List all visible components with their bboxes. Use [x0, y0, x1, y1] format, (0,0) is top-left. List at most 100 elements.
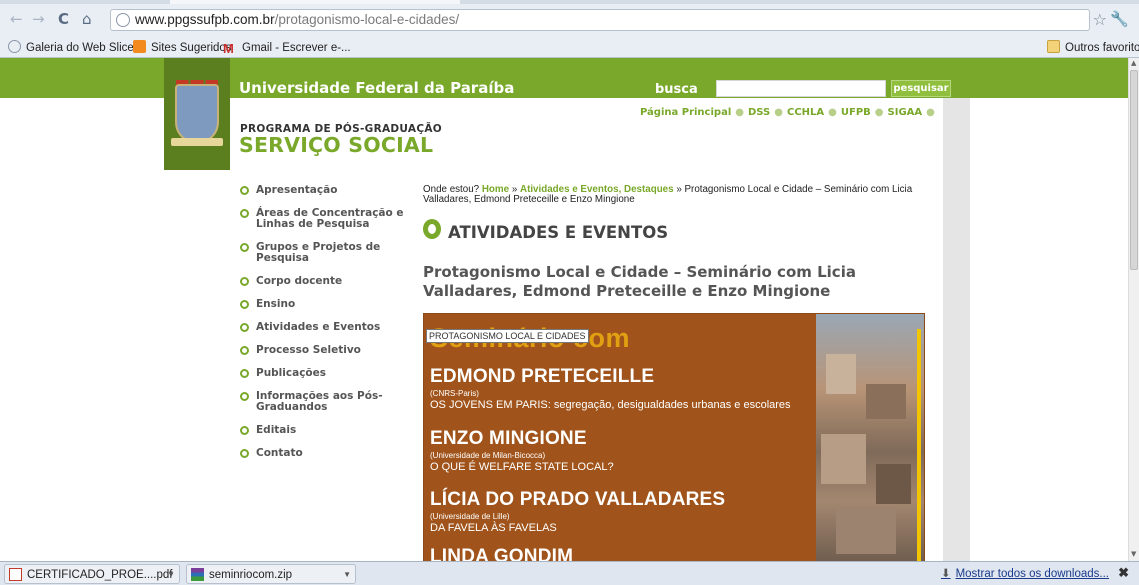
topnav-dss[interactable]: DSS [748, 107, 770, 118]
sidebar-item-publicacoes[interactable]: Publicações [240, 368, 410, 379]
bullet-icon [240, 323, 249, 332]
sidebar-item-apresentacao[interactable]: Apresentação [240, 185, 410, 196]
speaker-name: LINDA GONDIM [430, 546, 574, 561]
speaker-institution: (Universidade de Lille) [430, 512, 510, 521]
sidebar-item-informacoes[interactable]: Informações aos Pós-Graduandos [240, 391, 410, 413]
sidebar-menu: Apresentação Áreas de Concentração e Lin… [240, 185, 410, 471]
forward-icon[interactable]: → [32, 10, 45, 28]
web-slice-icon [8, 40, 21, 53]
speaker-topic: DA FAVELA ÀS FAVELAS [430, 522, 557, 534]
topnav-ufpb[interactable]: UFPB [841, 107, 871, 118]
bookmark-gmail[interactable]: M Gmail - Escrever e-... [223, 40, 351, 56]
bookmark-star-icon[interactable]: ☆ [1093, 10, 1107, 29]
url-host: www.ppgssufpb.com.br [135, 12, 275, 27]
program-title[interactable]: SERVIÇO SOCIAL [239, 133, 433, 157]
sidebar-item-label: Corpo docente [256, 275, 343, 287]
download-shelf: CERTIFICADO_PROE....pdf ▼ seminriocom.zi… [0, 561, 1139, 585]
sidebar-item-label: Processo Seletivo [256, 344, 361, 356]
speaker-institution: (CNRS-Paris) [430, 389, 479, 398]
bullet-icon [240, 277, 249, 286]
download-item-zip[interactable]: seminriocom.zip ▼ [186, 564, 356, 584]
nav-separator: ● [874, 107, 884, 118]
home-icon[interactable]: ⌂ [82, 10, 92, 28]
nav-separator: ● [735, 107, 744, 118]
topnav-sigaa[interactable]: SIGAA [888, 107, 923, 118]
globe-icon [116, 13, 130, 27]
page-viewport: Universidade Federal da Paraíba busca pe… [0, 58, 1128, 561]
bookmark-label: Gmail - Escrever e-... [242, 42, 351, 54]
seminar-poster[interactable]: Seminário com PROTAGONISMO LOCAL E CIDAD… [423, 313, 925, 561]
wrench-icon[interactable]: 🔧 [1110, 10, 1129, 28]
bullet-icon [240, 346, 249, 355]
scroll-down-icon[interactable]: ▼ [1131, 550, 1136, 558]
sidebar-item-editais[interactable]: Editais [240, 425, 410, 436]
section-circle-icon [423, 219, 441, 239]
reload-icon[interactable]: C [58, 10, 69, 28]
sidebar-item-label: Publicações [256, 367, 327, 379]
browser-chrome: ← → C ⌂ www.ppgssufpb.com.br/protagonism… [0, 0, 1139, 58]
active-tab[interactable] [170, 0, 460, 4]
show-all-downloads-link[interactable]: ⬇ Mostrar todos os downloads... [941, 566, 1109, 580]
address-bar[interactable]: www.ppgssufpb.com.br/protagonismo-local-… [110, 9, 1090, 31]
navigation-bar: ← → C ⌂ www.ppgssufpb.com.br/protagonism… [0, 6, 1139, 34]
bookmark-sites-sugeridos[interactable]: Sites Sugeridos [133, 40, 232, 56]
speaker-block: LINDA GONDIM [430, 546, 573, 561]
pdf-icon [9, 568, 22, 581]
section-title: ATIVIDADES E EVENTOS [448, 223, 669, 242]
sidebar-item-ensino[interactable]: Ensino [240, 299, 410, 310]
speaker-block: LÍCIA DO PRADO VALLADARES (Universidade … [430, 489, 725, 534]
top-navigation: Página Principal ● DSS ● CCHLA ● UFPB ● SIGAA ● [640, 107, 939, 118]
bookmark-other-favorites[interactable]: Outros favoritos [1047, 40, 1139, 56]
chevron-down-icon[interactable]: ▼ [343, 565, 351, 585]
favela-photo [816, 314, 924, 561]
topnav-cchla[interactable]: CCHLA [787, 107, 824, 118]
breadcrumb-separator: » [676, 184, 682, 195]
bullet-icon [240, 426, 249, 435]
image-tooltip: PROTAGONISMO LOCAL E CIDADES [426, 329, 589, 343]
crest-icon [175, 84, 219, 144]
bullet-icon [240, 186, 249, 195]
bullet-icon [240, 392, 249, 401]
sidebar-item-grupos[interactable]: Grupos e Projetos de Pesquisa [240, 242, 410, 264]
bullet-icon [240, 243, 249, 252]
speaker-topic: OS JOVENS EM PARIS: segregação, desigual… [430, 399, 791, 411]
nav-separator: ● [828, 107, 837, 118]
sidebar-item-atividades[interactable]: Atividades e Eventos [240, 322, 410, 333]
poster-accent-line [917, 329, 921, 561]
search-input[interactable] [716, 80, 886, 97]
bookmark-label: Sites Sugeridos [151, 42, 232, 54]
post-title[interactable]: Protagonismo Local e Cidade – Seminário … [423, 263, 923, 301]
page-scrollbar[interactable]: ▲ ▼ [1128, 58, 1139, 561]
ufpb-logo[interactable] [164, 58, 230, 170]
scrollbar-thumb[interactable] [1130, 70, 1138, 270]
speaker-name: EDMOND PRETECEILLE [430, 366, 655, 387]
bullet-icon [240, 369, 249, 378]
crest-ribbon [171, 138, 223, 146]
bullet-icon [240, 209, 249, 218]
back-icon[interactable]: ← [10, 10, 23, 28]
sidebar-item-label: Editais [256, 424, 297, 436]
tab-strip [0, 0, 1139, 4]
bullet-icon [240, 300, 249, 309]
speaker-name: LÍCIA DO PRADO VALLADARES [430, 489, 726, 510]
sidebar-item-corpo-docente[interactable]: Corpo docente [240, 276, 410, 287]
download-filename: seminriocom.zip [209, 569, 293, 581]
speaker-institution: (Universidade de Milan-Bicocca) [430, 451, 546, 460]
sidebar-item-label: Áreas de Concentração e Linhas de Pesqui… [256, 207, 404, 230]
bookmark-label: Outros favoritos [1065, 42, 1139, 54]
sidebar-item-contato[interactable]: Contato [240, 448, 410, 459]
chevron-down-icon[interactable]: ▼ [167, 565, 175, 585]
bookmark-web-slice[interactable]: Galeria do Web Slice [8, 40, 134, 56]
topnav-pagina-principal[interactable]: Página Principal [640, 107, 731, 118]
folder-icon [1047, 40, 1060, 53]
download-arrow-icon: ⬇ [940, 568, 951, 580]
close-icon[interactable]: ✖ [1118, 565, 1129, 581]
download-filename: CERTIFICADO_PROE....pdf [27, 569, 173, 581]
university-name[interactable]: Universidade Federal da Paraíba [239, 79, 514, 97]
speaker-block: ENZO MINGIONE (Universidade de Milan-Bic… [430, 428, 614, 473]
download-item-pdf[interactable]: CERTIFICADO_PROE....pdf ▼ [4, 564, 180, 584]
search-button[interactable]: pesquisar [891, 80, 951, 97]
sidebar-item-areas[interactable]: Áreas de Concentração e Linhas de Pesqui… [240, 208, 410, 230]
sidebar-item-processo-seletivo[interactable]: Processo Seletivo [240, 345, 410, 356]
scroll-up-icon[interactable]: ▲ [1131, 59, 1136, 67]
